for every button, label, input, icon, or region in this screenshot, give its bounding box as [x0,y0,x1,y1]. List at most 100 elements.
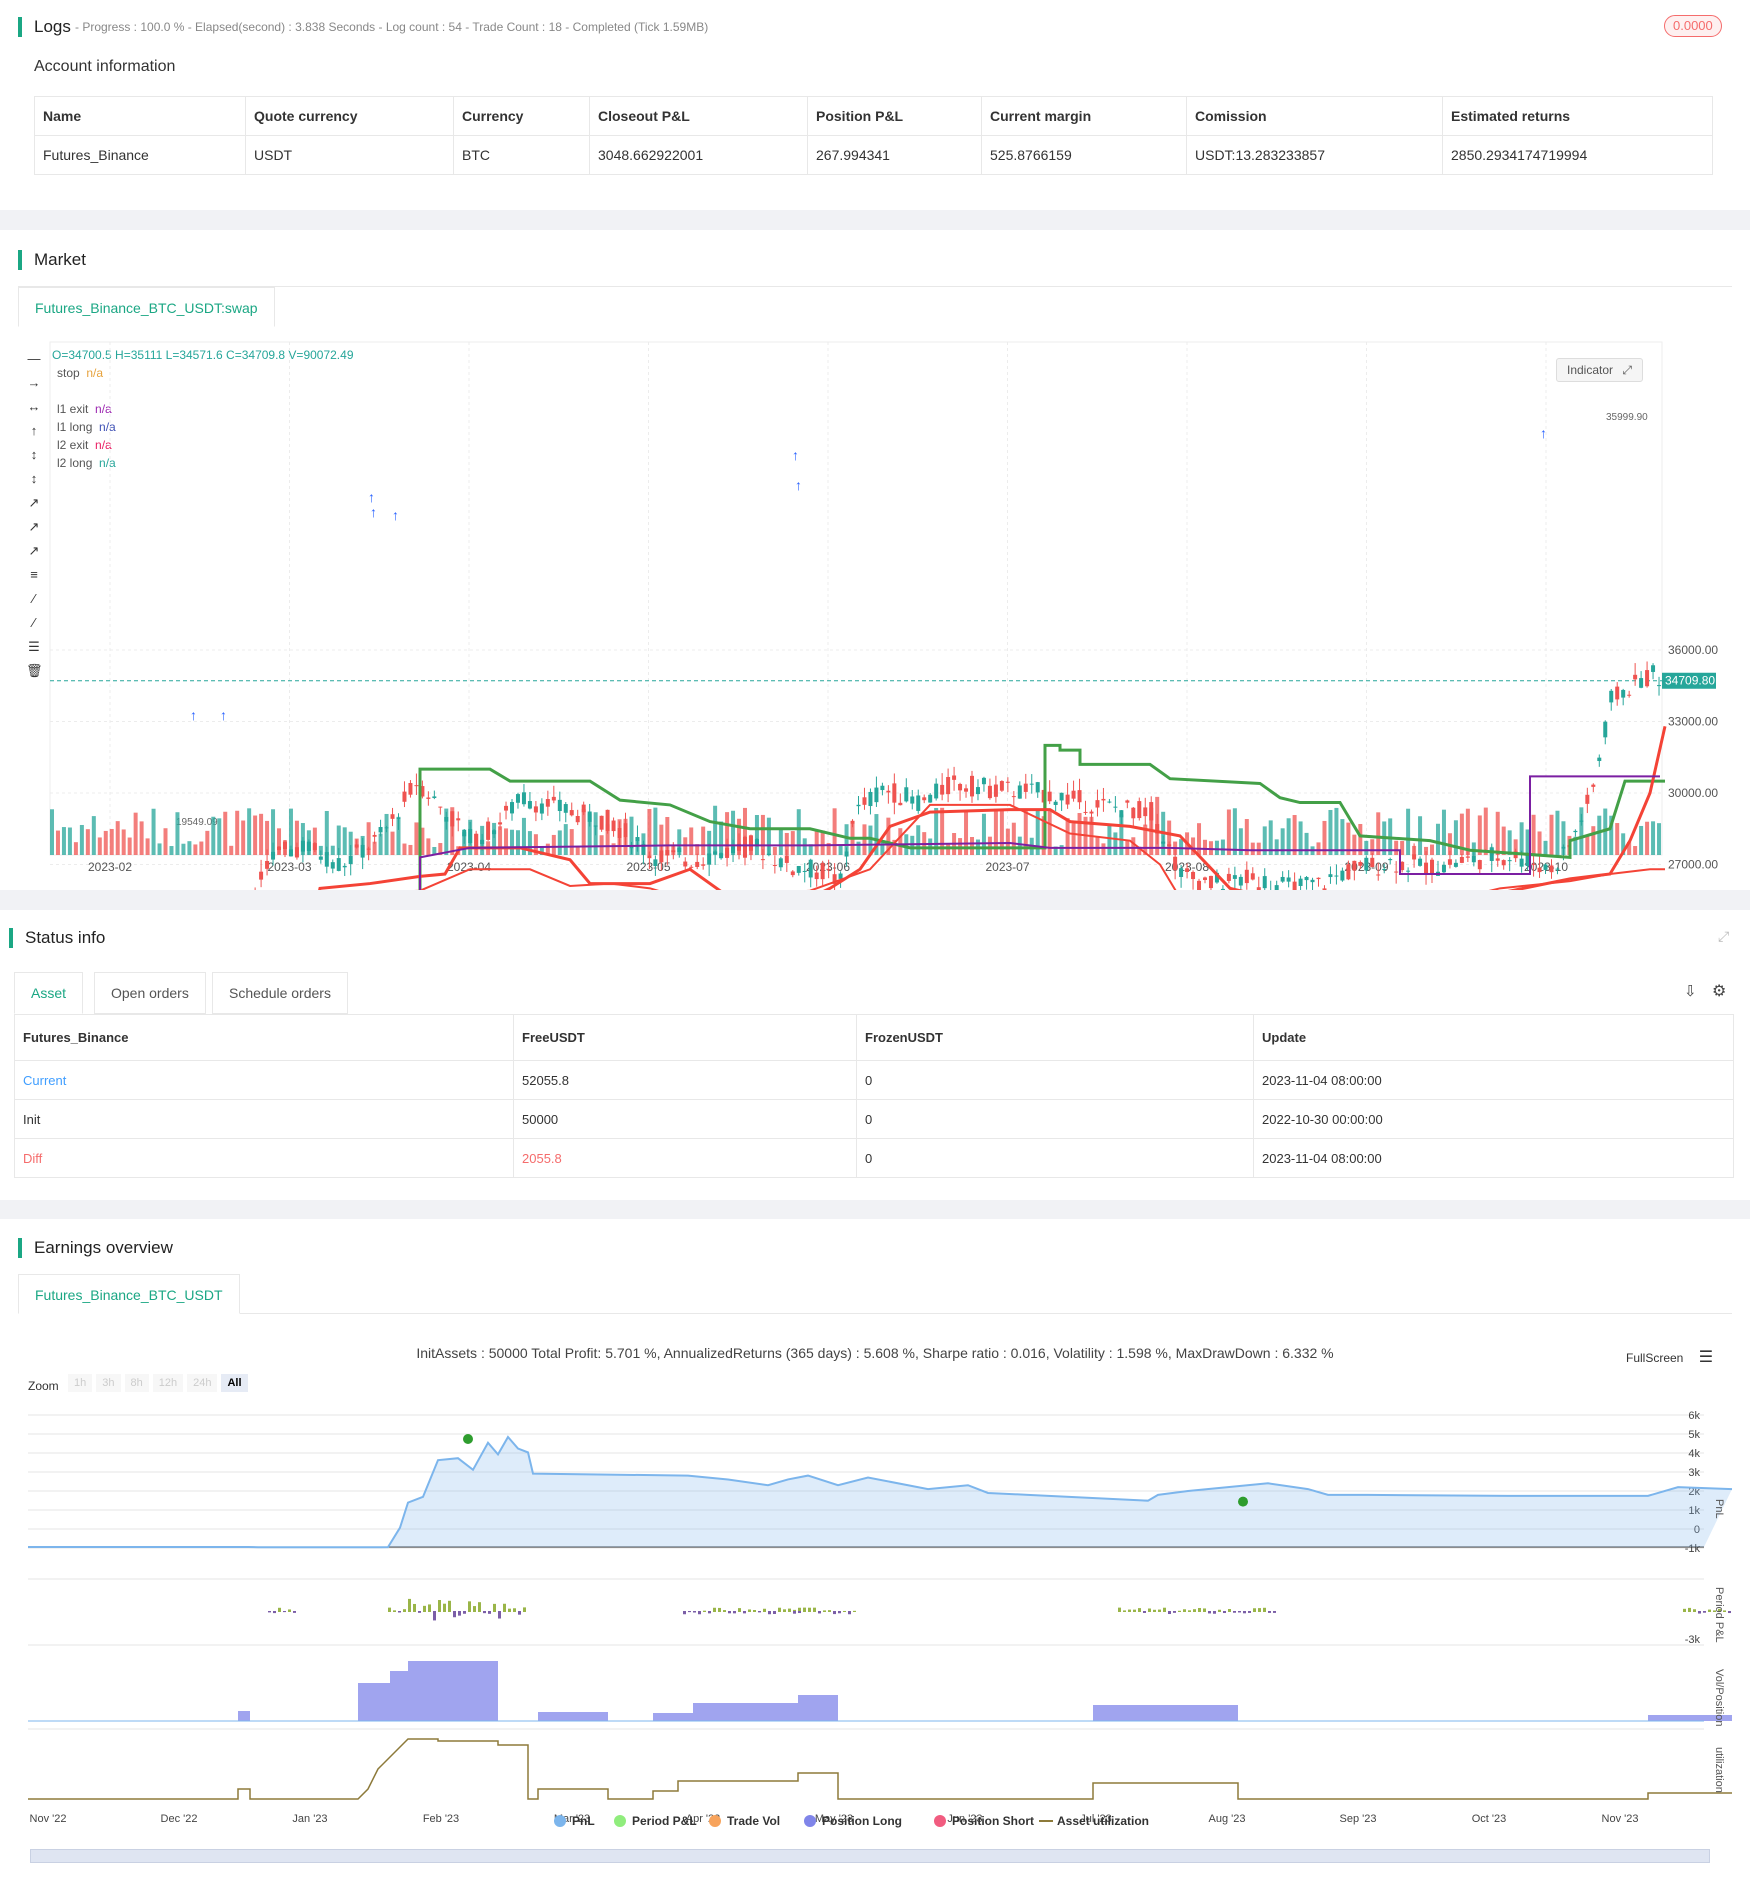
candle-body [934,783,939,799]
candle-body [282,841,287,849]
x-tick-label: 2023-04 [447,860,491,874]
ray-line-icon[interactable]: ↗ [26,519,42,535]
volume-bar [253,815,258,855]
candle-body [1137,801,1142,819]
candle-body [498,822,503,825]
volume-bar [695,844,700,855]
cell: 2023-11-04 08:00:00 [1253,1138,1734,1178]
candle-body [605,809,610,831]
volume-bar [1017,836,1022,855]
volume-bar [958,838,963,855]
x-tick-label: 2023-06 [806,860,850,874]
volume-bar [1573,836,1578,855]
candle-body [1435,871,1440,876]
period-bar [443,1603,446,1612]
candle-body [796,866,801,873]
candle-body [1101,798,1106,801]
volume-bar [617,819,622,855]
volume-bar [342,827,347,855]
earnings-panel: Earnings overview Futures_Binance_BTC_US… [0,1219,1750,1897]
candle-body [557,799,562,812]
candle-body [277,846,282,851]
volume-bar [432,846,437,855]
cell: 0 [856,1138,1254,1178]
volume-bar [1418,816,1423,855]
candle-body [886,790,891,793]
zoom-3h[interactable]: 3h [96,1374,121,1392]
horizontal-line-icon[interactable]: — [26,351,42,367]
tab-market-symbol[interactable]: Futures_Binance_BTC_USDT:swap [18,287,275,327]
volume-bar [975,839,980,855]
tab-schedule-orders[interactable]: Schedule orders [212,972,348,1014]
volume-bar [486,841,491,855]
legend-label: Trade Vol [727,1814,780,1828]
x-tick-label: Oct '23 [1472,1813,1507,1825]
zoom-24h[interactable]: 24h [187,1374,218,1392]
vertical-ray-icon[interactable]: ↕ [26,447,42,463]
volume-bar [1394,840,1399,855]
candle-body [1023,783,1028,792]
extended-line-icon[interactable]: ↗ [26,543,42,559]
candle-body [1591,784,1596,787]
tab-open-orders[interactable]: Open orders [94,972,206,1014]
navigator-scrollbar[interactable] [30,1849,1710,1863]
fullscreen-button[interactable]: FullScreen ☰ [1626,1347,1713,1367]
account-heading: Account information [34,58,176,75]
volume-bar [981,813,986,855]
pnl-line [28,1435,1733,1549]
zoom-8h[interactable]: 8h [124,1374,149,1392]
position-long-block [693,1703,798,1721]
trash-icon[interactable]: 🗑 [26,663,43,679]
candle-body [1645,670,1650,687]
candle-body [1567,844,1572,848]
volume-bar [832,808,837,855]
zoom-12h[interactable]: 12h [152,1374,184,1392]
candle-body [1226,873,1231,881]
tab-asset[interactable]: Asset [14,972,84,1014]
indicator-button[interactable]: Indicator ⤢ [1556,358,1643,382]
candle-body [754,839,759,845]
collapse-icon[interactable]: ⤢ [1718,928,1729,945]
candle-body [474,833,479,849]
parallel-channel-icon[interactable]: ∕ [26,591,42,607]
legend-l2-long: l2 long n/a [57,456,116,470]
period-bar [1153,1609,1156,1612]
volume-bar [1095,836,1100,855]
trend-line-icon[interactable]: ↗ [26,495,42,511]
volume-bar [892,839,897,855]
legend-l2-exit: l2 exit n/a [57,438,112,452]
candle-body [384,827,389,829]
volume-bar [1489,846,1494,855]
volume-bar [1310,846,1315,855]
horizontal-ray-icon[interactable]: → [26,375,42,391]
volume-bar [121,829,126,855]
tab-earnings-symbol[interactable]: Futures_Binance_BTC_USDT [18,1274,240,1314]
vertical-segment-icon[interactable]: ↕ [26,471,42,487]
candle-body [1465,856,1470,858]
candle-body [1173,856,1178,871]
volume-bar [713,805,718,855]
period-bar [818,1611,821,1614]
period-bar [813,1607,816,1612]
candle-body [515,794,520,803]
fib-icon[interactable]: ∕ [26,615,42,631]
logs-summary: - Progress : 100.0 % - Elapsed(second) :… [75,20,709,34]
legend-marker [614,1815,626,1827]
horizontal-segment-icon[interactable]: ↔ [26,399,42,415]
candle-body [348,855,353,865]
candle-body [904,787,909,802]
zoom-all[interactable]: All [221,1374,248,1392]
zoom-1h[interactable]: 1h [68,1374,93,1392]
volume-bar [1137,846,1142,855]
volume-bar [838,846,843,855]
price-line-icon[interactable]: ≡ [26,567,42,583]
download-icon[interactable]: ⇩ [1684,982,1697,1000]
vertical-line-icon[interactable]: ↑ [26,423,42,439]
volume-bar [235,810,240,855]
candle-body [354,844,359,848]
volume-bar [719,821,724,855]
settings-icon[interactable]: ⚙ [1712,981,1726,1001]
fib-levels-icon[interactable]: ☰ [26,639,42,655]
period-bar [1213,1611,1216,1614]
candle-body [1041,789,1046,803]
